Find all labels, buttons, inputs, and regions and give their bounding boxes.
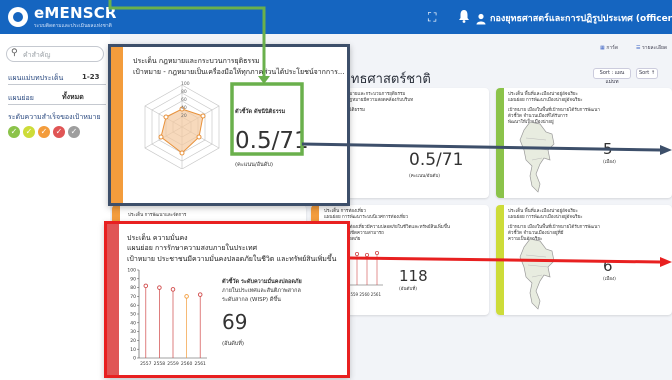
sort-direction-button[interactable]: Sort ↑ xyxy=(636,68,658,79)
chart-point xyxy=(184,294,189,299)
view-card-label: การ์ด xyxy=(606,45,619,51)
app-subtitle: ระบบติดตามและประเมินผลแห่งชาติ xyxy=(34,23,112,29)
indicator-text-line: ระดับสากล (WISP) ดีขึ้น xyxy=(222,297,281,303)
popup-status-strip xyxy=(107,224,119,375)
level-checkbox[interactable]: ✓ xyxy=(68,126,80,138)
card-text-line: ประเด็น การพัฒนาและจัดการ xyxy=(128,213,187,218)
indicator-text-line: ตัวชี้วัด ระดับความมั่นคงปลอดภัย xyxy=(222,279,302,285)
chart-y-tick-label: 60 xyxy=(130,303,136,309)
radar-tick-label: 40 xyxy=(181,106,187,111)
popup-goal: เป้าหมาย ประชาชนมีความมั่นคงปลอดภัยในชีว… xyxy=(127,255,337,263)
view-list-label: รายละเอียด xyxy=(642,45,668,51)
radar-tick-label: 80 xyxy=(181,90,187,95)
popup-card-security[interactable]: ประเด็น ความมั่นคง แผนย่อย การรักษาความส… xyxy=(104,221,350,378)
card-status-strip xyxy=(496,205,504,315)
card-text-line: แผนย่อย การพัฒนาเมืองน่าอยู่อัจฉริยะ xyxy=(508,98,583,103)
list-icon: ☰ xyxy=(636,45,641,51)
app-title[interactable]: eMENSCR xyxy=(34,4,117,22)
level-filter-label: ระดับความสำเร็จของเป้าหมาย xyxy=(8,113,101,121)
level-checkbox[interactable]: ✓ xyxy=(23,126,35,138)
bell-icon[interactable] xyxy=(458,9,470,26)
chart-y-tick-label: 80 xyxy=(130,285,136,291)
popup-indicator: ตัวชี้วัด ระดับความมั่นคงปลอดภัยภายในประ… xyxy=(222,278,302,305)
card-status-strip xyxy=(496,88,504,198)
chart-y-tick-label: 30 xyxy=(130,329,136,335)
popup-issue: ประเด็น กฎหมายและกระบวนการยุติธรรม xyxy=(133,57,260,65)
indicator-card-smart-city[interactable]: ประเด็น พื้นที่และเมืองน่าอยู่อัจฉริยะ แผ… xyxy=(496,88,672,198)
card-unit: (เมือง) xyxy=(603,160,616,165)
chart-point xyxy=(197,292,203,297)
chart-point xyxy=(170,287,176,292)
popup-status-strip xyxy=(111,47,123,203)
popup-value: 69 xyxy=(222,310,248,334)
app-logo[interactable] xyxy=(8,7,28,27)
user-icon[interactable] xyxy=(476,10,486,29)
chart-y-tick-label: 70 xyxy=(130,294,136,300)
plan-filter-label: แผนแม่บทประเด็น xyxy=(8,74,64,82)
view-list-button[interactable]: ☰ รายละเอียด xyxy=(636,44,667,52)
security-line-chart: 10090807060504030201002557 2558 2559 2560 25… xyxy=(127,268,207,367)
card-unit: (อันดับที่) xyxy=(399,287,418,292)
subplan-filter-underline xyxy=(8,104,106,105)
search-input[interactable]: ⚲ คำสำคัญ xyxy=(6,46,104,62)
card-value: 118 xyxy=(399,267,428,285)
fullscreen-icon[interactable]: ⛶ xyxy=(428,10,436,25)
popup-unit: (อันดับที่) xyxy=(222,341,245,347)
chart-point xyxy=(143,283,149,289)
chart-y-tick-label: 90 xyxy=(130,276,136,282)
sort-field-button[interactable]: Sort : แผนแม่บท xyxy=(593,68,631,85)
chart-x-tick-label: 2560 xyxy=(181,361,193,367)
card-value: 5 xyxy=(603,140,613,158)
chart-y-tick-label: 0 xyxy=(133,356,136,362)
grid-icon: ▦ xyxy=(600,45,605,51)
search-icon: ⚲ xyxy=(11,48,18,58)
subplan-filter-value[interactable]: ทั้งหมด xyxy=(62,92,84,103)
user-name[interactable]: กองยุทธศาสตร์และการปฏิรูปประเทศ (officer… xyxy=(490,11,672,25)
popup-card-law[interactable]: ประเด็น กฎหมายและกระบวนการยุติธรรม เป้าห… xyxy=(108,44,350,206)
card-value: 0.5/71 xyxy=(409,150,464,170)
chart-x-tick-label: 2558 xyxy=(154,361,166,367)
plan-filter-value[interactable]: 1-23 xyxy=(82,73,100,81)
popup-indicator-label: ตัวชี้วัด ดัชนีนิติธรรม xyxy=(235,109,286,115)
popup-subplan: แผนย่อย การรักษาความสงบภายในประเทศ xyxy=(127,244,258,252)
chart-x-tick-label: 2559 xyxy=(167,361,179,367)
chart-x-tick-label: 2557 xyxy=(140,361,152,367)
popup-value: 0.5/71 xyxy=(235,128,309,154)
search-placeholder: คำสำคัญ xyxy=(23,51,51,59)
level-checkbox[interactable]: ✓ xyxy=(8,126,20,138)
radar-tick-label: 100 xyxy=(181,82,190,87)
card-text-line: แผนย่อย การพัฒนาเมืองน่าอยู่อัจฉริยะ xyxy=(508,215,583,220)
indicator-card-smart-city-2[interactable]: ประเด็น พื้นที่และเมืองน่าอยู่อัจฉริยะ แผ… xyxy=(496,205,672,315)
chart-point xyxy=(157,285,162,290)
card-value: 6 xyxy=(603,257,613,275)
radar-axis-ticks: 100 80 60 40 20 xyxy=(181,81,190,121)
level-checkbox[interactable]: ✓ xyxy=(53,126,65,138)
level-checkbox[interactable]: ✓ xyxy=(38,126,50,138)
view-card-button[interactable]: ▦ การ์ด xyxy=(600,44,618,52)
chart-y-tick-label: 10 xyxy=(130,347,136,353)
thailand-map-icon xyxy=(519,238,555,310)
thailand-map-icon xyxy=(519,121,555,193)
radar-tick-label: 20 xyxy=(181,114,187,119)
chart-y-tick-label: 50 xyxy=(130,312,136,318)
card-unit: (คะแนน/อันดับ) xyxy=(409,174,441,179)
indicator-text-line: ภายในประเทศและสันติภาพสากล xyxy=(222,288,301,294)
chart-y-tick-label: 40 xyxy=(130,320,136,326)
chart-y-tick-label: 100 xyxy=(127,268,136,274)
app-root: eMENSCR ระบบติดตามและประเมินผลแห่งชาติ ⛶… xyxy=(0,0,672,380)
popup-unit: (คะแนน/อันดับ) xyxy=(235,162,273,168)
plan-filter-underline xyxy=(8,84,106,85)
popup-goal: เป้าหมาย - กฎหมายเป็นเครื่องมือให้ทุกภาค… xyxy=(133,68,345,76)
card-text: ประเด็น การพัฒนาและจัดการ xyxy=(128,213,186,219)
chart-y-tick-label: 20 xyxy=(130,338,136,344)
card-unit: (เมือง) xyxy=(603,277,616,282)
subplan-filter-label: แผนย่อย xyxy=(8,94,34,102)
chart-x-tick-label: 2561 xyxy=(194,361,206,367)
radar-tick-label: 60 xyxy=(181,98,187,103)
